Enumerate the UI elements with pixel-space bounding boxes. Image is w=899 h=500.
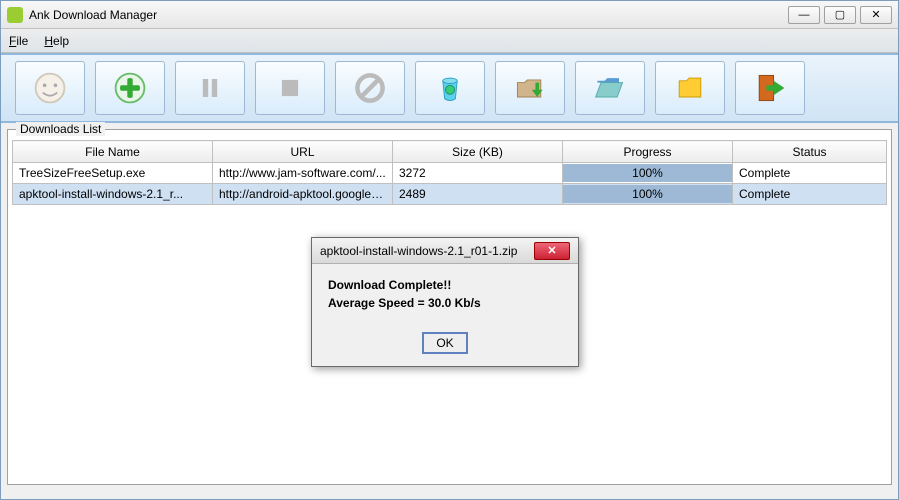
dialog-close-button[interactable]: ✕: [534, 242, 570, 260]
cell-file: TreeSizeFreeSetup.exe: [13, 163, 213, 184]
dialog-line1: Download Complete!!: [328, 278, 562, 292]
yellow-folder-button[interactable]: [655, 61, 725, 115]
folder-down-icon: [512, 70, 548, 106]
cell-progress: 100%: [563, 184, 733, 205]
group-label: Downloads List: [16, 122, 105, 136]
open-folder-icon: [592, 70, 628, 106]
downloads-table: File Name URL Size (KB) Progress Status …: [12, 140, 887, 205]
no-entry-icon: [352, 70, 388, 106]
cancel-button[interactable]: [335, 61, 405, 115]
cell-url: http://www.jam-software.com/...: [213, 163, 393, 184]
menubar: File Help: [1, 29, 898, 53]
app-icon: [7, 7, 23, 23]
cell-size: 3272: [393, 163, 563, 184]
pause-button[interactable]: [175, 61, 245, 115]
dialog-ok-button[interactable]: OK: [422, 332, 467, 354]
menu-file[interactable]: File: [9, 34, 28, 48]
col-header-url[interactable]: URL: [213, 141, 393, 163]
cell-file: apktool-install-windows-2.1_r...: [13, 184, 213, 205]
recycle-button[interactable]: [415, 61, 485, 115]
col-header-file[interactable]: File Name: [13, 141, 213, 163]
smile-button[interactable]: [15, 61, 85, 115]
col-header-status[interactable]: Status: [733, 141, 887, 163]
stop-icon: [272, 70, 308, 106]
toolbar: [1, 53, 898, 123]
cell-size: 2489: [393, 184, 563, 205]
close-button[interactable]: ✕: [860, 6, 892, 24]
cell-status: Complete: [733, 184, 887, 205]
cell-progress: 100%: [563, 163, 733, 184]
progress-bar: 100%: [563, 164, 732, 182]
app-title: Ank Download Manager: [29, 8, 788, 22]
minimize-button[interactable]: —: [788, 6, 820, 24]
trash-icon: [432, 70, 468, 106]
table-row[interactable]: apktool-install-windows-2.1_r... http://…: [13, 184, 887, 205]
dialog-titlebar: apktool-install-windows-2.1_r01-1.zip ✕: [312, 238, 578, 264]
exit-button[interactable]: [735, 61, 805, 115]
dialog-title: apktool-install-windows-2.1_r01-1.zip: [320, 244, 534, 258]
plus-icon: [112, 70, 148, 106]
menu-help[interactable]: Help: [44, 34, 69, 48]
smile-icon: [32, 70, 68, 106]
dialog-body: Download Complete!! Average Speed = 30.0…: [312, 264, 578, 324]
pause-icon: [192, 70, 228, 106]
col-header-progress[interactable]: Progress: [563, 141, 733, 163]
app-window: Ank Download Manager — ▢ ✕ File Help: [0, 0, 899, 500]
folder-icon: [672, 70, 708, 106]
open-folder-button[interactable]: [575, 61, 645, 115]
titlebar: Ank Download Manager — ▢ ✕: [1, 1, 898, 29]
maximize-button[interactable]: ▢: [824, 6, 856, 24]
door-exit-icon: [752, 70, 788, 106]
dialog-line2: Average Speed = 30.0 Kb/s: [328, 296, 562, 310]
cell-status: Complete: [733, 163, 887, 184]
stop-button[interactable]: [255, 61, 325, 115]
add-button[interactable]: [95, 61, 165, 115]
col-header-size[interactable]: Size (KB): [393, 141, 563, 163]
table-row[interactable]: TreeSizeFreeSetup.exe http://www.jam-sof…: [13, 163, 887, 184]
dialog-button-row: OK: [312, 324, 578, 366]
progress-bar: 100%: [563, 185, 732, 203]
cell-url: http://android-apktool.googlec...: [213, 184, 393, 205]
dialog: apktool-install-windows-2.1_r01-1.zip ✕ …: [311, 237, 579, 367]
window-controls: — ▢ ✕: [788, 6, 892, 24]
table-header-row: File Name URL Size (KB) Progress Status: [13, 141, 887, 163]
folder-down-button[interactable]: [495, 61, 565, 115]
